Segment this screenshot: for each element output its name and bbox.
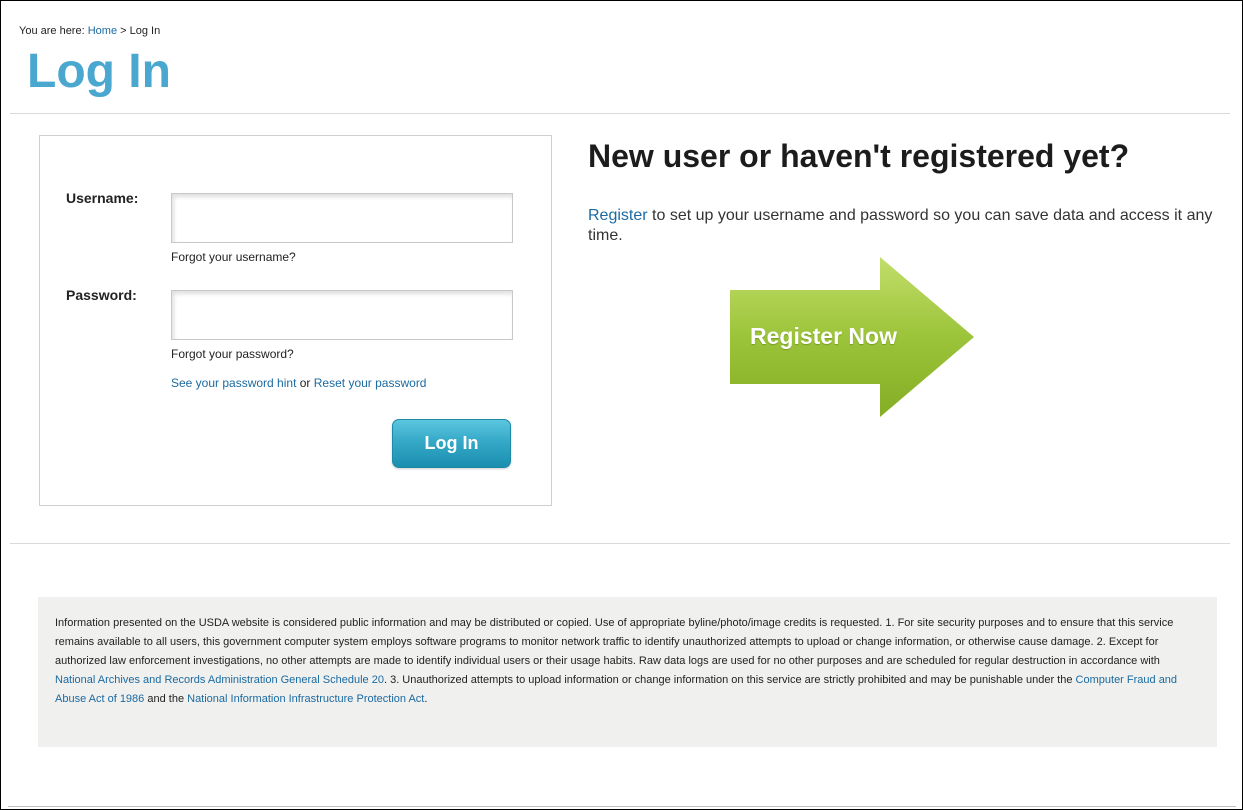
niipa-link[interactable]: National Information Infrastructure Prot…: [187, 693, 424, 705]
forgot-password-label: Forgot your password?: [171, 347, 294, 361]
nara-schedule-link[interactable]: National Archives and Records Administra…: [55, 674, 384, 686]
disclaimer-text-2: . 3. Unauthorized attempts to upload inf…: [383, 674, 1073, 686]
password-hint-link[interactable]: See your password hint: [171, 376, 296, 390]
disclaimer: Information presented on the USDA websit…: [38, 597, 1217, 747]
register-description: Register to set up your username and pas…: [588, 206, 1228, 246]
register-link[interactable]: Register: [588, 207, 648, 224]
register-text: to set up your username and password so …: [588, 207, 1213, 244]
disclaimer-text-3: and the: [147, 693, 185, 705]
page-title: Log In: [27, 45, 171, 98]
login-button[interactable]: Log In: [392, 419, 511, 468]
password-input[interactable]: [171, 290, 513, 340]
password-label: Password:: [66, 287, 137, 303]
top-divider: [10, 113, 1230, 114]
username-input[interactable]: [171, 193, 513, 243]
disclaimer-text-1: Information presented on the USDA websit…: [55, 617, 1174, 667]
breadcrumb-separator: >: [120, 25, 127, 37]
login-form: Username: Forgot your username? Password…: [39, 135, 552, 506]
register-heading: New user or haven't registered yet?: [588, 138, 1130, 174]
breadcrumb-current: Log In: [129, 25, 161, 37]
breadcrumb-home-link[interactable]: Home: [88, 25, 117, 37]
username-label: Username:: [66, 190, 139, 206]
or-text: or: [299, 376, 311, 390]
register-now-label[interactable]: Register Now: [750, 323, 897, 350]
breadcrumb: You are here: Home > Log In: [19, 25, 160, 37]
disclaimer-text-4: .: [424, 693, 428, 705]
breadcrumb-prefix: You are here:: [19, 25, 85, 37]
password-help-line: See your password hint or Reset your pas…: [171, 376, 426, 390]
forgot-username-link[interactable]: Forgot your username?: [171, 250, 296, 264]
content-divider: [10, 543, 1230, 544]
reset-password-link[interactable]: Reset your password: [314, 376, 427, 390]
bottom-divider: [8, 806, 1236, 807]
